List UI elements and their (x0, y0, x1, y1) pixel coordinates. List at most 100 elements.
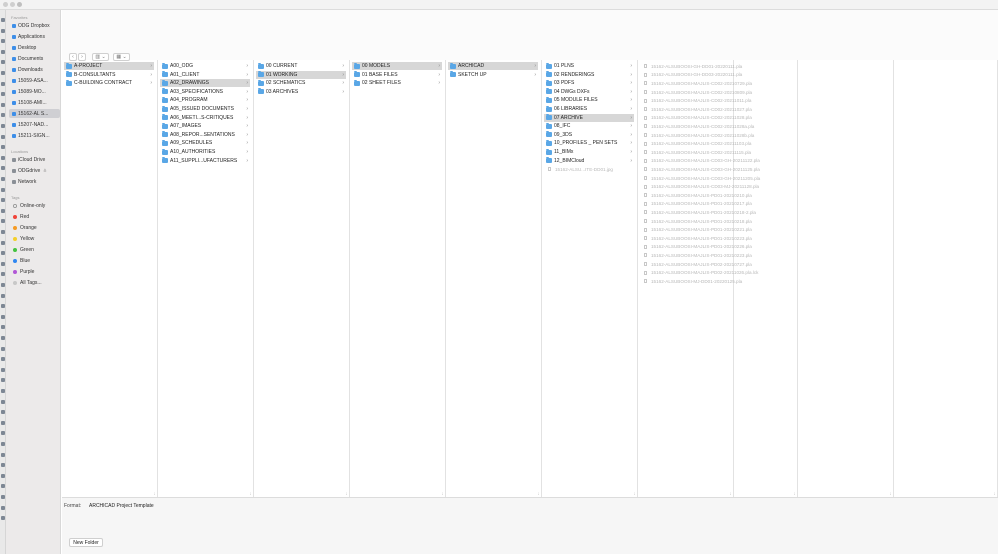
tool-icon[interactable] (1, 198, 5, 203)
tool-icon[interactable] (1, 325, 5, 330)
folder-row[interactable]: A07_IMAGES › (160, 122, 250, 130)
tool-icon[interactable] (1, 145, 5, 150)
folder-row[interactable]: 07 ARCHIVE › (544, 113, 634, 122)
tool-icon[interactable] (1, 293, 5, 298)
folder-row[interactable]: A06_MEETI...S-CRITIQUES › (160, 114, 250, 122)
folder-row[interactable]: A01_CLIENT › (160, 71, 250, 79)
tool-icon[interactable] (1, 452, 5, 457)
tool-icon[interactable] (1, 124, 5, 128)
folder-row[interactable]: A03_SPECIFICATIONS › (160, 88, 250, 96)
new-folder-button[interactable]: New Folder (69, 538, 103, 547)
tool-icon[interactable] (1, 505, 5, 510)
tool-icon[interactable] (1, 28, 5, 33)
column-resize-handle[interactable]: ⁞ (994, 491, 995, 496)
folder-row[interactable]: 08_IFC › (544, 122, 634, 130)
tool-icon[interactable] (1, 378, 5, 383)
sidebar-item[interactable]: iCloud Drive (9, 155, 60, 164)
tool-icon[interactable] (1, 240, 5, 245)
tool-icon[interactable] (1, 39, 5, 44)
folder-row[interactable]: ARCHICAD › (448, 62, 538, 70)
tool-icon[interactable] (1, 155, 5, 160)
tool-icon[interactable] (1, 18, 5, 22)
tool-icon[interactable] (1, 484, 5, 489)
column-resize-handle[interactable]: ⁞ (154, 491, 155, 496)
tool-icon[interactable] (1, 177, 5, 181)
sidebar-item[interactable]: Documents (9, 54, 60, 63)
tool-icon[interactable] (1, 261, 5, 266)
folder-row[interactable]: 09_3DS › (544, 131, 634, 139)
tool-icon[interactable] (1, 473, 5, 478)
file-row[interactable]: 15162-ALSUBOOSI-GH-DD03-20220111.pla (644, 71, 742, 80)
tool-icon[interactable] (1, 134, 5, 139)
tool-icon[interactable] (1, 367, 5, 372)
sidebar-item[interactable]: 15108-AMI... (9, 98, 60, 107)
folder-row[interactable]: 10_PROFILES _ PEN SETS › (544, 139, 634, 147)
folder-row[interactable]: A05_ISSUED DOCUMENTS › (160, 105, 250, 113)
sidebar-tag[interactable]: Purple (9, 267, 60, 276)
folder-row[interactable]: 00 CURRENT › (256, 62, 346, 70)
folder-row[interactable]: 01 BASE FILES › (352, 71, 442, 79)
sidebar-tag[interactable]: All Tags... (9, 278, 60, 287)
folder-row[interactable]: A08_REPOR...SENTATIONS › (160, 131, 250, 139)
tool-icon[interactable] (1, 442, 5, 446)
tool-icon[interactable] (1, 60, 5, 65)
folder-row[interactable]: A10_AUTHORITIES › (160, 148, 250, 156)
tool-icon[interactable] (1, 251, 5, 256)
tool-icon[interactable] (1, 410, 5, 415)
tool-icon[interactable] (1, 314, 5, 319)
folder-row[interactable]: A00_ODG › (160, 62, 250, 70)
folder-row[interactable]: 11_BIMx › (544, 148, 634, 156)
tool-icon[interactable] (1, 495, 5, 499)
format-select[interactable]: ARCHICAD Project Template (89, 503, 154, 509)
column-resize-handle[interactable]: ⁞ (346, 491, 347, 496)
column-resize-handle[interactable]: ⁞ (250, 491, 251, 496)
sidebar-item[interactable]: 15059-ASA... (9, 76, 60, 85)
folder-row[interactable]: 00 MODELS › (352, 62, 442, 70)
column-resize-handle[interactable]: ⁞ (794, 491, 795, 496)
sidebar-item[interactable]: Applications (9, 32, 60, 41)
tool-icon[interactable] (1, 230, 5, 234)
folder-row[interactable]: 04 DWGs DXFs › (544, 88, 634, 96)
sidebar-item[interactable]: ODGdrive ≜ (9, 166, 60, 175)
tool-icon[interactable] (1, 49, 5, 54)
folder-row[interactable]: B-CONSULTANTS › (64, 71, 154, 79)
folder-row[interactable]: 03 PDFS › (544, 79, 634, 87)
eject-icon[interactable]: ≜ (43, 168, 46, 173)
column-resize-handle[interactable]: ⁞ (730, 491, 731, 496)
folder-row[interactable]: 01 PLNS › (544, 62, 634, 70)
tool-icon[interactable] (1, 420, 5, 425)
file-row[interactable]: 15162-ALSUBOOSI-MJ-DD01-20220125.pla (644, 277, 742, 286)
folder-row[interactable]: A02_DRAWINGS › (160, 79, 250, 88)
tool-icon[interactable] (1, 92, 5, 97)
tool-icon[interactable] (1, 463, 5, 468)
tool-icon[interactable] (1, 81, 5, 86)
column-resize-handle[interactable]: ⁞ (538, 491, 539, 496)
tool-icon[interactable] (1, 166, 5, 171)
folder-row[interactable]: 02 SHEET FILES › (352, 79, 442, 87)
sidebar-item[interactable]: 15207-NAD... (9, 120, 60, 129)
column-resize-handle[interactable]: ⁞ (442, 491, 443, 496)
tool-icon[interactable] (1, 283, 5, 287)
tool-icon[interactable] (1, 357, 5, 362)
file-row[interactable]: 15162-ALSUBOOSI-GH-DD01-20220111.pla (644, 62, 742, 71)
folder-row[interactable]: A-PROJECT › (64, 62, 154, 70)
minimize-window-button[interactable] (10, 2, 15, 7)
tool-icon[interactable] (1, 389, 5, 393)
sidebar-item[interactable]: Network (9, 177, 60, 186)
sidebar-tag[interactable]: Online-only (9, 201, 60, 210)
tool-icon[interactable] (1, 102, 5, 107)
close-window-button[interactable] (3, 2, 8, 7)
folder-row[interactable]: 12_BIMCloud › (544, 157, 634, 165)
tool-icon[interactable] (1, 431, 5, 436)
zoom-window-button[interactable] (17, 2, 22, 7)
sidebar-tag[interactable]: Green (9, 245, 60, 254)
tool-icon[interactable] (1, 516, 5, 521)
folder-row[interactable]: 02 RENDERINGS › (544, 71, 634, 79)
tool-icon[interactable] (1, 187, 5, 192)
folder-row[interactable]: 06 LIBRARIES › (544, 105, 634, 113)
sidebar-item[interactable]: ODG Dropbox (9, 21, 60, 30)
sidebar-item[interactable]: 15089-MO... (9, 87, 60, 96)
folder-row[interactable]: A04_PROGRAM › (160, 96, 250, 104)
tool-icon[interactable] (1, 336, 5, 340)
sidebar-item[interactable]: Downloads (9, 65, 60, 74)
